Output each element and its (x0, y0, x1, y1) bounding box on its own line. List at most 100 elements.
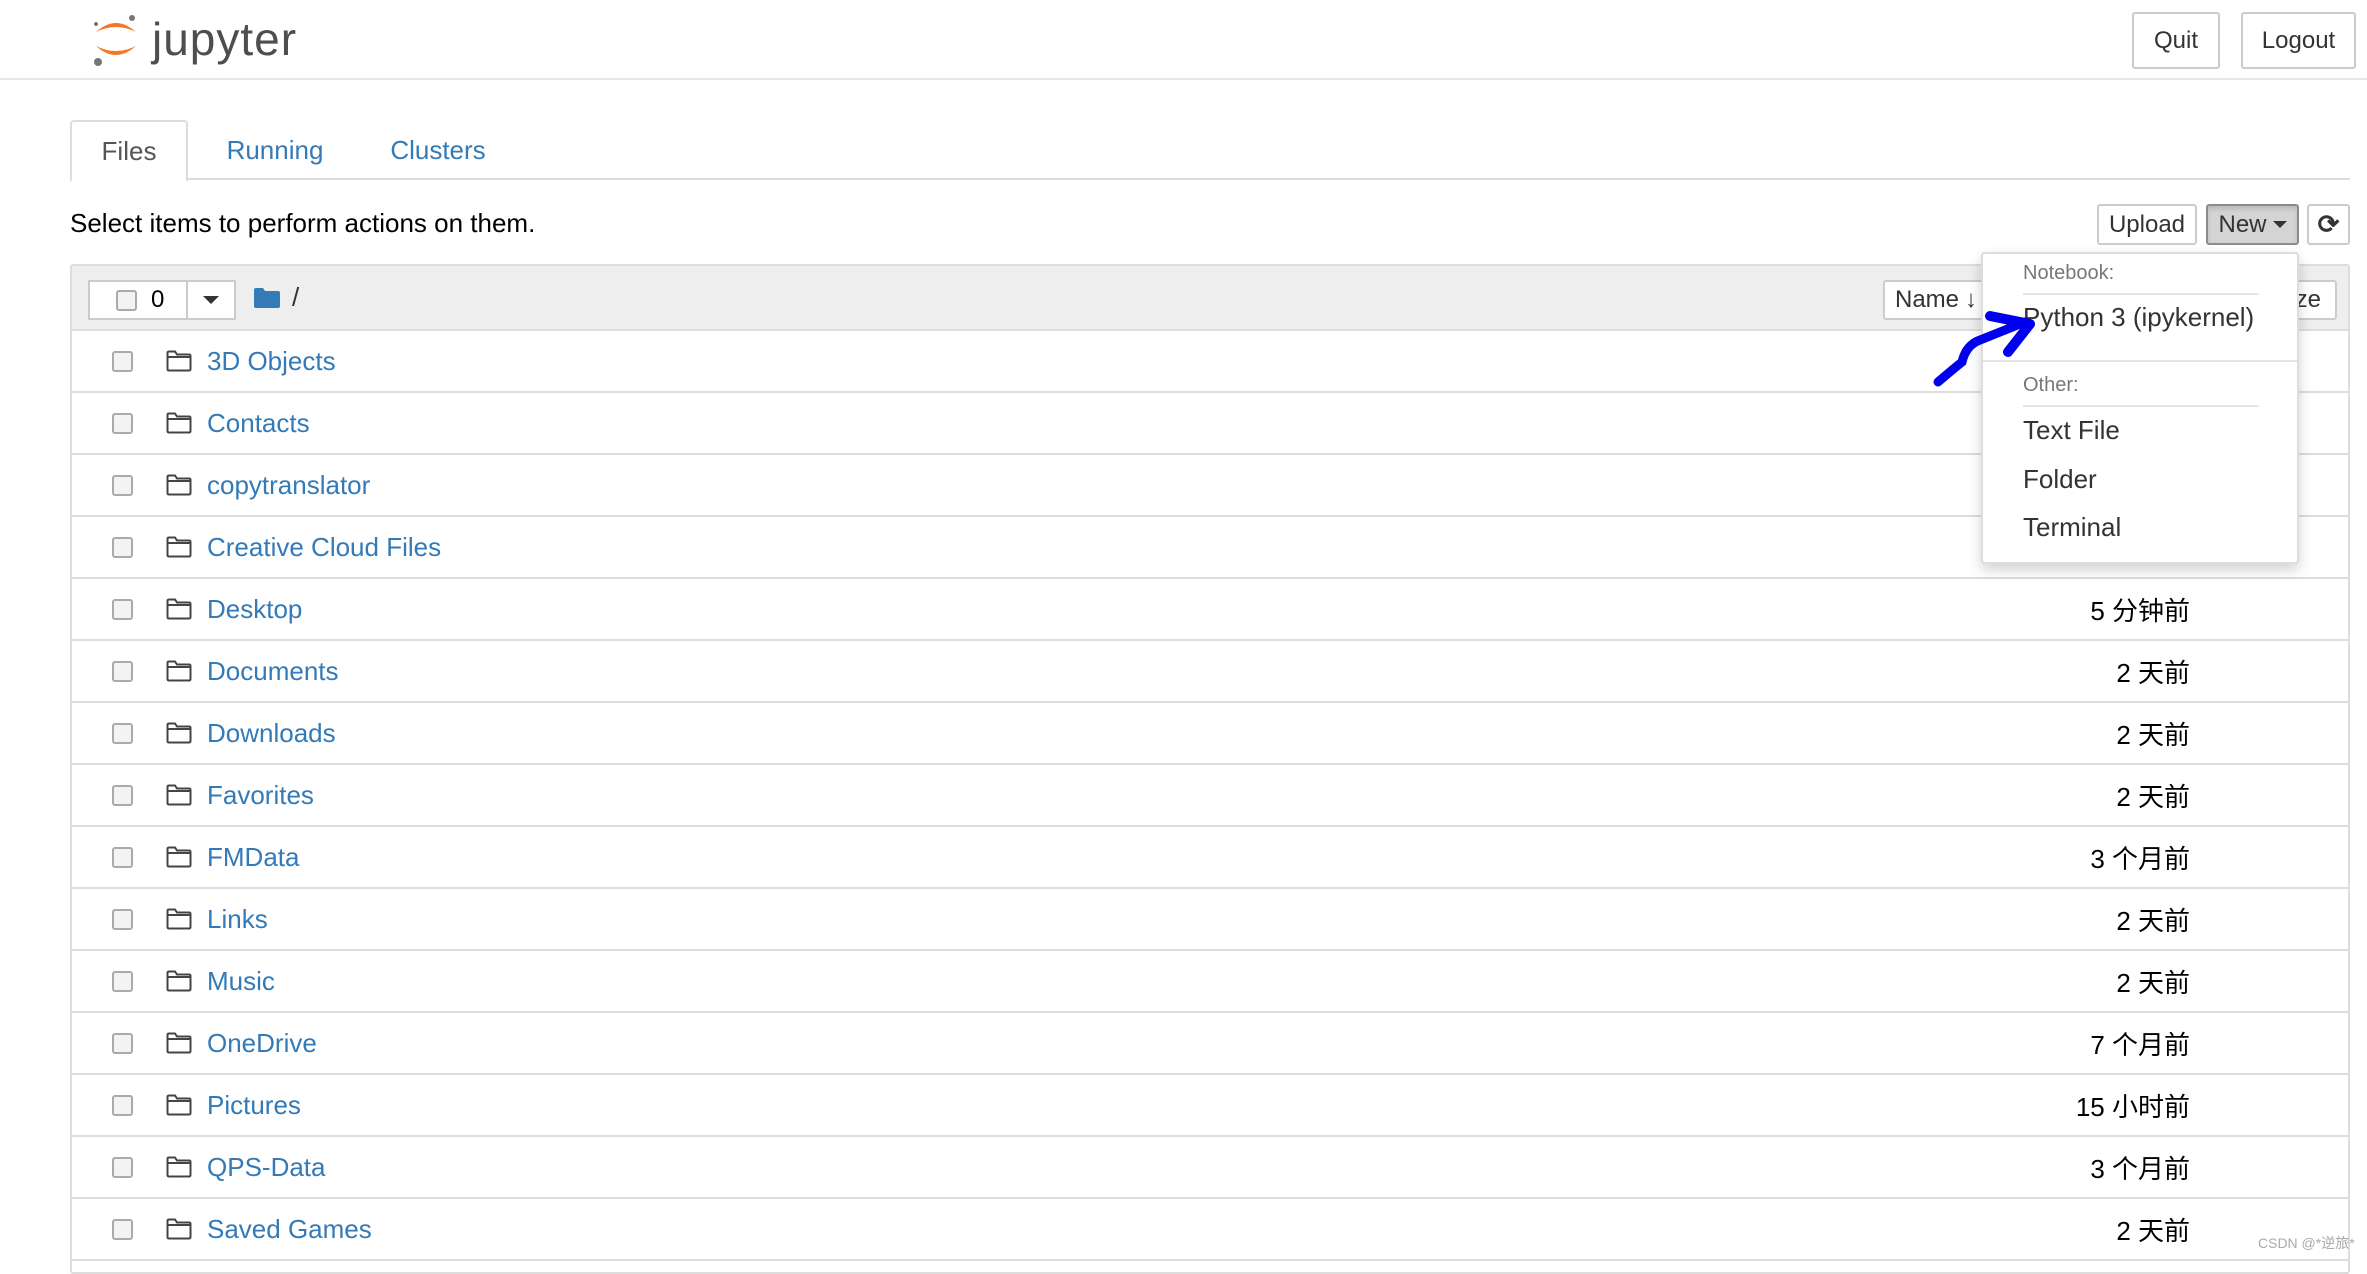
folder-icon (166, 412, 192, 434)
file-row[interactable]: Links 2 天前 (72, 889, 2348, 951)
folder-icon (166, 598, 192, 620)
upload-button[interactable]: Upload (2097, 204, 2197, 245)
file-row[interactable]: Downloads 2 天前 (72, 703, 2348, 765)
last-modified: 2 天前 (2116, 1215, 2190, 1246)
folder-icon (166, 722, 192, 744)
folder-icon (166, 1218, 192, 1240)
row-checkbox[interactable] (112, 908, 133, 930)
notebook-section-header: Notebook: (2023, 262, 2115, 284)
row-checkbox[interactable] (112, 846, 133, 868)
file-row[interactable]: QPS-Data 3 个月前 (72, 1137, 2348, 1199)
menu-item-text-file[interactable]: Text File (2023, 415, 2120, 446)
folder-icon (166, 1094, 192, 1116)
new-dropdown-button[interactable]: New (2206, 204, 2299, 245)
row-checkbox[interactable] (112, 350, 133, 372)
row-checkbox[interactable] (112, 412, 133, 434)
folder-icon (166, 908, 192, 930)
file-name-link[interactable]: copytranslator (207, 470, 370, 501)
last-modified: 2 天前 (2116, 657, 2190, 688)
file-row[interactable]: Saved Games 2 天前 (72, 1199, 2348, 1261)
file-name-link[interactable]: 3D Objects (207, 346, 336, 377)
folder-icon (166, 474, 192, 496)
file-row[interactable]: Documents 2 天前 (72, 641, 2348, 703)
folder-icon[interactable] (254, 287, 280, 308)
breadcrumb: / (254, 282, 299, 313)
file-row[interactable]: OneDrive 7 个月前 (72, 1013, 2348, 1075)
last-modified: 15 小时前 (2075, 1091, 2190, 1122)
row-checkbox[interactable] (112, 1218, 133, 1240)
menu-item-python3[interactable]: Python 3 (ipykernel) (2023, 302, 2254, 333)
folder-icon (166, 970, 192, 992)
file-name-link[interactable]: Creative Cloud Files (207, 532, 441, 563)
tab-files[interactable]: Files (70, 120, 188, 182)
row-checkbox[interactable] (112, 1156, 133, 1178)
row-checkbox[interactable] (112, 1094, 133, 1116)
select-all-checkbox[interactable] (116, 289, 137, 311)
divider (1983, 360, 2297, 362)
row-checkbox[interactable] (112, 970, 133, 992)
file-name-link[interactable]: Music (207, 966, 275, 997)
file-name-link[interactable]: Desktop (207, 594, 302, 625)
menu-item-terminal[interactable]: Terminal (2023, 512, 2121, 543)
file-name-link[interactable]: Contacts (207, 408, 310, 439)
folder-icon (166, 536, 192, 558)
folder-icon (166, 1032, 192, 1054)
new-dropdown-menu: Notebook: Python 3 (ipykernel) Other: Te… (1981, 252, 2299, 564)
last-modified: 5 分钟前 (2090, 595, 2190, 626)
row-checkbox[interactable] (112, 784, 133, 806)
caret-down-icon (203, 296, 219, 304)
last-modified: 3 个月前 (2090, 843, 2190, 874)
file-name-link[interactable]: Favorites (207, 780, 314, 811)
file-name-link[interactable]: FMData (207, 842, 299, 873)
row-checkbox[interactable] (112, 1032, 133, 1054)
file-row[interactable]: Favorites 2 天前 (72, 765, 2348, 827)
divider (2023, 293, 2259, 295)
file-row[interactable]: Pictures 15 小时前 (72, 1075, 2348, 1137)
sort-by-name-button[interactable]: Name ↓ (1883, 280, 1987, 320)
file-name-link[interactable]: Downloads (207, 718, 336, 749)
folder-icon (166, 1156, 192, 1178)
jupyter-logo[interactable]: jupyter (92, 10, 297, 68)
row-checkbox[interactable] (112, 722, 133, 744)
last-modified: 2 天前 (2116, 967, 2190, 998)
file-name-link[interactable]: Links (207, 904, 268, 935)
menu-item-folder[interactable]: Folder (2023, 464, 2097, 495)
file-row[interactable]: Music 2 天前 (72, 951, 2348, 1013)
last-modified: 2 天前 (2116, 905, 2190, 936)
last-modified: 7 个月前 (2090, 1029, 2190, 1060)
header: jupyter Quit Logout (0, 0, 2367, 80)
row-checkbox[interactable] (112, 598, 133, 620)
row-checkbox[interactable] (112, 660, 133, 682)
tab-running[interactable]: Running (210, 120, 340, 180)
file-name-link[interactable]: OneDrive (207, 1028, 317, 1059)
folder-icon (166, 846, 192, 868)
select-menu-toggle[interactable] (188, 282, 234, 318)
sort-name-label: Name (1895, 286, 1960, 313)
file-name-link[interactable]: QPS-Data (207, 1152, 326, 1183)
divider (2023, 405, 2259, 407)
refresh-button[interactable]: ⟳ (2307, 204, 2350, 245)
breadcrumb-root[interactable]: / (292, 282, 299, 313)
tab-clusters[interactable]: Clusters (370, 120, 506, 180)
file-row[interactable]: FMData 3 个月前 (72, 827, 2348, 889)
watermark: CSDN @*逆旅* (2258, 1235, 2355, 1251)
folder-icon (166, 350, 192, 372)
quit-button[interactable]: Quit (2132, 12, 2220, 69)
file-row[interactable]: Desktop 5 分钟前 (72, 579, 2348, 641)
tab-bar: Files Running Clusters (70, 120, 2350, 182)
row-checkbox[interactable] (112, 536, 133, 558)
logo-text: jupyter (152, 13, 298, 65)
new-label: New (2218, 210, 2267, 238)
file-name-link[interactable]: Pictures (207, 1090, 301, 1121)
file-name-link[interactable]: Documents (207, 656, 339, 687)
row-checkbox[interactable] (112, 474, 133, 496)
select-all-control[interactable]: 0 (88, 280, 236, 320)
last-modified: 3 个月前 (2090, 1153, 2190, 1184)
selection-hint: Select items to perform actions on them. (70, 208, 536, 238)
file-name-link[interactable]: Saved Games (207, 1214, 372, 1245)
folder-icon (166, 660, 192, 682)
last-modified: 2 天前 (2116, 719, 2190, 750)
selected-count: 0 (151, 286, 165, 313)
jupyter-logo-icon (94, 15, 136, 66)
logout-button[interactable]: Logout (2241, 12, 2356, 69)
